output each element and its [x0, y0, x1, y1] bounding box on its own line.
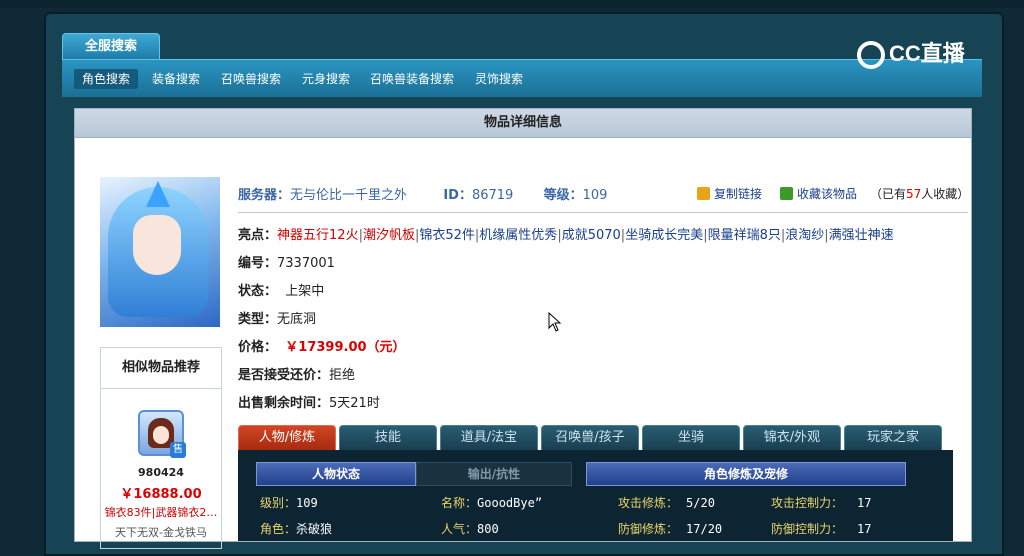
level-label: 等级：: [543, 188, 583, 203]
level-value: 109: [582, 188, 608, 203]
tab-global-search[interactable]: 全服搜索: [62, 33, 160, 60]
similar-item-desc[interactable]: 锦衣83件|武器锦衣2…: [101, 504, 221, 520]
stat-level: 级别：109: [260, 496, 318, 510]
type-value: 无底洞: [277, 312, 317, 327]
similar-item-price: ￥16888.00: [120, 487, 202, 502]
tab-appearance[interactable]: 锦衣/外观: [743, 425, 841, 450]
stat-popularity: 人气：800: [441, 522, 499, 536]
subtab-character-status[interactable]: 人物状态: [256, 462, 416, 486]
mouse-cursor-icon: [548, 312, 562, 332]
tab-skills[interactable]: 技能: [339, 425, 437, 450]
panel-title: 物品详细信息: [75, 109, 971, 138]
category-role-search[interactable]: 角色搜索: [74, 69, 139, 89]
category-pet-search[interactable]: 召唤兽搜索: [213, 69, 289, 89]
logo-text: CC直播: [889, 41, 965, 66]
category-pet-equipment-search[interactable]: 召唤兽装备搜索: [362, 69, 462, 89]
id-label: ID：: [443, 188, 472, 203]
server-value: 无与伦比一千里之外: [290, 188, 408, 203]
stat-defense-cultivation: 防御修炼： 17/20: [618, 522, 723, 536]
highlights-label: 亮点：: [238, 228, 278, 243]
character-portrait: [100, 177, 220, 327]
detail-content: 人物状态 输出/抗性 角色修炼及宠修 级别：109 名称：GooodBye” 攻…: [238, 450, 953, 541]
tab-home[interactable]: 玩家之家: [844, 425, 942, 450]
id-value: 86719: [471, 188, 514, 203]
remaining-value: 5天21时: [329, 396, 380, 411]
copy-link-button[interactable]: 复制链接: [697, 185, 762, 202]
cc-logo-icon: [857, 41, 885, 70]
copy-link-icon: [697, 187, 710, 200]
stat-role: 角色：杀破狼: [260, 522, 333, 536]
cultivation-header: 角色修炼及宠修: [586, 462, 906, 486]
for-sale-badge: 售: [170, 442, 186, 458]
tab-mounts[interactable]: 坐骑: [642, 425, 740, 450]
bargain-row: 是否接受还价：拒绝: [238, 368, 356, 383]
bargain-value: 拒绝: [329, 368, 356, 383]
item-detail-panel: 物品详细信息 相似物品推荐 售 980424 ￥16888.00 锦衣83件|武…: [74, 108, 972, 549]
price-row: 价格： ￥17399.00（元）: [238, 340, 406, 355]
price-value: ￥17399.00（元）: [285, 340, 406, 355]
highlights-row: 亮点：神器五行12火|潮汐帆板|锦衣52件|机缘属性优秀|成就5070|坐骑成长…: [238, 228, 894, 243]
divider: [238, 212, 968, 213]
favorite-count: （已有57人收藏）: [870, 187, 970, 201]
status-value: 上架中: [285, 284, 325, 299]
number-row: 编号：7337001: [238, 256, 335, 271]
type-row: 类型：无底洞: [238, 312, 317, 327]
detail-tabs: 人物/修炼 技能 道具/法宝 召唤兽/孩子 坐骑 锦衣/外观 玩家之家: [238, 425, 958, 450]
similar-item-id: 980424: [138, 466, 184, 479]
top-band: [0, 0, 1024, 8]
tab-character[interactable]: 人物/修炼: [238, 425, 336, 450]
stat-defense-control: 防御控制力： 17: [771, 522, 872, 536]
subtab-output-resistance[interactable]: 输出/抗性: [416, 462, 572, 486]
stat-attack-control: 攻击控制力： 17: [771, 496, 872, 510]
number-value: 7337001: [277, 256, 335, 271]
remaining-row: 出售剩余时间：5天21时: [238, 396, 380, 411]
category-lingshi-search[interactable]: 灵饰搜索: [467, 69, 531, 89]
status-row: 状态： 上架中: [238, 284, 325, 299]
category-bar: 角色搜索 装备搜索 召唤兽搜索 元身搜索 召唤兽装备搜索 灵饰搜索: [62, 59, 982, 97]
stat-name: 名称：GooodBye”: [441, 496, 543, 510]
similar-items-title: 相似物品推荐: [101, 348, 221, 389]
similar-item-server: 天下无双-金戈铁马: [115, 526, 207, 539]
tab-items[interactable]: 道具/法宝: [440, 425, 538, 450]
category-equipment-search[interactable]: 装备搜索: [144, 69, 208, 89]
item-meta-row: 服务器：无与伦比一千里之外 ID：86719 等级：109: [238, 184, 607, 203]
stat-attack-cultivation: 攻击修炼： 5/20: [618, 496, 715, 510]
cc-live-logo: CC直播: [857, 37, 992, 71]
category-yuanshen-search[interactable]: 元身搜索: [294, 69, 358, 89]
favorite-button[interactable]: 收藏该物品: [780, 185, 857, 202]
tab-pets[interactable]: 召唤兽/孩子: [541, 425, 639, 450]
server-label: 服务器：: [238, 188, 291, 203]
similar-items-box: 相似物品推荐 售 980424 ￥16888.00 锦衣83件|武器锦衣2… 天…: [100, 347, 222, 549]
similar-item-avatar[interactable]: 售: [138, 410, 186, 458]
favorite-icon: [780, 187, 793, 200]
